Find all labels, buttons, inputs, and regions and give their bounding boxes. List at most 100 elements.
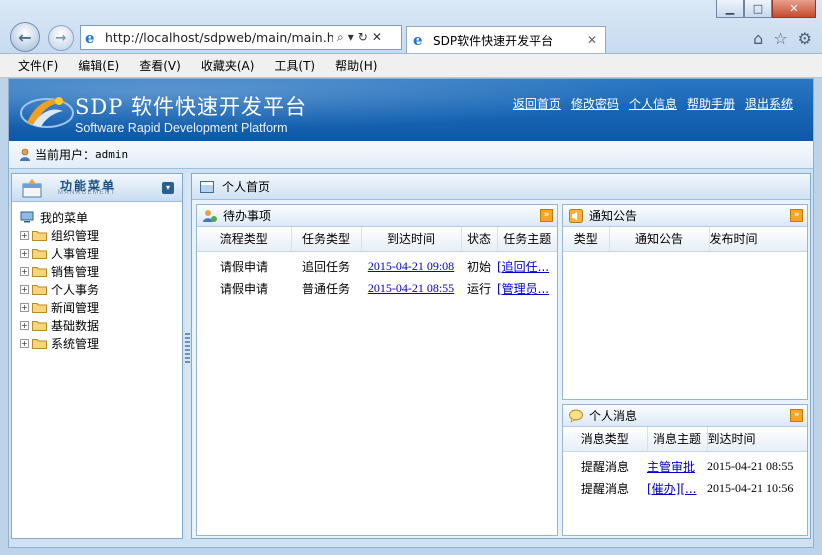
menu-tools[interactable]: 工具(T) [262,57,323,74]
column-header[interactable]: 发布时间 [709,227,807,252]
table-row[interactable]: 请假申请 普通任务 2015-04-21 08:55 运行 [管理员... [197,277,557,299]
tree-item-sales[interactable]: + 销售管理 [18,262,182,280]
tree-root[interactable]: 我的菜单 [18,208,182,226]
tree-item-label: 基础数据 [51,318,100,333]
favorites-star-icon[interactable]: ☆ [773,29,787,48]
tree-item-label: 新闻管理 [51,300,100,315]
menu-help[interactable]: 帮助(H) [323,57,385,74]
back-button[interactable]: ← [10,22,40,52]
help-manual-link[interactable]: 帮助手册 [687,95,735,112]
menu-box-icon [22,179,42,198]
tree-item-basedata[interactable]: + 基础数据 [18,316,182,334]
column-header[interactable]: 到达时间 [707,427,807,452]
column-header[interactable]: 任务类型 [291,227,362,252]
expand-icon[interactable]: + [20,320,29,330]
column-header[interactable]: 消息类型 [563,427,648,452]
forward-button[interactable]: → [48,25,74,51]
column-header[interactable]: 通知公告 [609,227,710,252]
table-cell: 追回任务 [301,259,350,274]
column-header[interactable]: 类型 [563,227,610,252]
expand-icon[interactable]: + [20,266,29,276]
expand-icon[interactable]: + [20,248,29,258]
tree-item-news[interactable]: + 新闻管理 [18,298,182,316]
ie-page-icon: e [85,28,95,47]
tree-item-personal[interactable]: + 个人事务 [18,280,182,298]
column-header[interactable]: 任务主题 [497,227,557,252]
dropdown-icon[interactable]: ▾ [348,30,354,45]
expand-icon[interactable]: + [20,302,29,312]
address-tools: ⌕ ▾ ↻ ✕ [337,30,382,45]
menu-view[interactable]: 查看(V) [127,57,189,74]
main-body: 待办事项 » 流程类型 任务类型 到达时间 状态 任务主题 请假申请 追回任务 … [192,200,810,538]
sidebar-splitter[interactable] [185,173,190,539]
tab-close-icon[interactable]: ✕ [587,33,597,47]
profile-link[interactable]: 个人信息 [629,95,677,112]
minimize-button[interactable]: ▁ [716,0,744,18]
arrival-time-link[interactable]: 2015-04-21 09:08 [368,259,454,273]
stop-icon[interactable]: ✕ [372,30,382,45]
arrival-time-link[interactable]: 2015-04-21 08:55 [368,281,454,295]
address-bar[interactable]: e http://localhost/sdpweb/main/main.htm … [80,25,402,50]
current-user-label: 当前用户： [35,148,96,162]
more-arrow-icon[interactable]: » [540,209,553,222]
notice-title: 通知公告 [589,209,638,223]
table-cell: 提醒消息 [580,481,629,496]
message-subject-link[interactable]: [催办][... [647,482,697,496]
menu-favorites[interactable]: 收藏夹(A) [189,57,263,74]
column-header[interactable]: 流程类型 [197,227,292,252]
close-window-button[interactable]: ✕ [772,0,816,18]
collapse-icon[interactable]: ▾ [162,182,174,194]
main-tab-title[interactable]: 个人首页 [222,178,270,195]
refresh-icon[interactable]: ↻ [358,30,368,45]
todo-user-icon [203,209,217,222]
expand-icon[interactable]: + [20,230,29,240]
task-subject-link[interactable]: [管理员... [497,282,549,296]
expand-icon[interactable]: + [20,338,29,348]
more-arrow-icon[interactable]: » [790,209,803,222]
tree-item-label: 销售管理 [51,264,100,279]
maximize-button[interactable]: □ [744,0,772,18]
address-url[interactable]: http://localhost/sdpweb/main/main.htm [105,30,333,45]
top-links: 返回首页 修改密码 个人信息 帮助手册 退出系统 [513,95,793,112]
todo-panel-header: 待办事项 » [197,205,557,227]
table-cell: 请假申请 [219,259,268,274]
tree-item-org[interactable]: + 组织管理 [18,226,182,244]
task-subject-link[interactable]: [追回任... [497,260,549,274]
browser-tab[interactable]: e SDP软件快速开发平台 ✕ [406,26,606,53]
sdp-logo-icon [20,97,74,128]
column-header[interactable]: 到达时间 [361,227,462,252]
home-link[interactable]: 返回首页 [513,95,561,112]
tree-item-hr[interactable]: + 人事管理 [18,244,182,262]
change-password-link[interactable]: 修改密码 [571,95,619,112]
table-cell: 运行 [466,281,491,296]
main-header: 个人首页 [192,174,810,200]
home-icon[interactable]: ⌂ [753,29,763,48]
tree-item-label: 组织管理 [51,228,100,243]
window-controls: ▁ □ ✕ [716,0,816,18]
tree-item-system[interactable]: + 系统管理 [18,334,182,352]
current-user-name: admin [95,148,129,161]
browser-tools: ⌂ ☆ ⚙ [753,29,812,48]
menu-edit[interactable]: 编辑(E) [66,57,127,74]
search-icon[interactable]: ⌕ [337,30,344,45]
table-row[interactable]: 提醒消息 主管审批 2015-04-21 08:55 [563,455,807,477]
user-bar: 当前用户： admin [9,141,813,169]
tree-item-label: 个人事务 [51,282,100,297]
table-cell: 初始 [466,259,491,274]
notice-panel-header: 通知公告 » [563,205,807,227]
logout-link[interactable]: 退出系统 [745,95,793,112]
speaker-icon [569,208,583,223]
table-row[interactable]: 提醒消息 [催办][... 2015-04-21 10:56 [563,477,807,499]
gear-icon[interactable]: ⚙ [798,29,812,48]
table-row[interactable]: 请假申请 追回任务 2015-04-21 09:08 初始 [追回任... [197,255,557,277]
more-arrow-icon[interactable]: » [790,409,803,422]
splitter-grip-icon[interactable] [185,333,190,363]
messages-panel: 个人消息 » 消息类型 消息主题 到达时间 提醒消息 主管审批 2015-04-… [562,404,808,536]
column-header[interactable]: 消息主题 [647,427,708,452]
column-header[interactable]: 状态 [461,227,498,252]
message-subject-link[interactable]: 主管审批 [647,460,695,474]
menu-file[interactable]: 文件(F) [6,57,66,74]
app-banner: SDP 软件快速开发平台 Software Rapid Development … [9,79,813,141]
expand-icon[interactable]: + [20,284,29,294]
tab-ie-icon: e [413,31,423,49]
